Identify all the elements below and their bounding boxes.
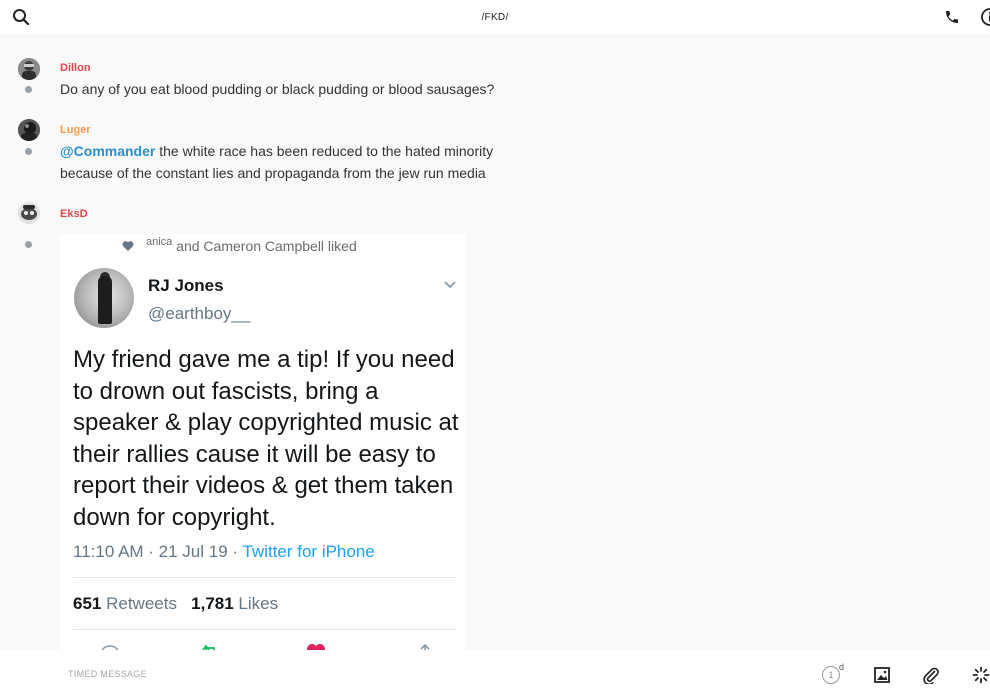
chevron-down-icon <box>444 281 456 289</box>
status-dot <box>25 86 32 93</box>
tweet-body: My friend gave me a tip! If you need to … <box>73 346 459 531</box>
share-icon <box>420 643 430 650</box>
likes-count: 1,781 <box>191 594 234 613</box>
retweet-icon <box>202 644 215 650</box>
clipped-previous-message <box>220 34 330 38</box>
sparkle-icon[interactable] <box>970 664 990 686</box>
tweet-author-name: RJ Jones <box>148 276 224 295</box>
heart-icon <box>307 644 325 650</box>
message-feed[interactable]: Dillon Do any of you eat blood pudding o… <box>0 34 990 650</box>
retweets-label: Retweets <box>101 594 177 613</box>
likes-label: Likes <box>233 594 279 613</box>
avatar[interactable] <box>18 58 40 80</box>
reply-icon <box>101 645 119 650</box>
message-author[interactable]: Dillon <box>60 62 91 74</box>
divider <box>73 577 456 578</box>
tweet-source: Twitter for iPhone <box>242 542 375 561</box>
avatar[interactable] <box>18 202 40 224</box>
info-icon[interactable] <box>978 7 990 27</box>
paperclip-icon[interactable] <box>920 664 942 686</box>
message-input[interactable]: TIMED MESSAGE <box>68 669 147 679</box>
message-author[interactable]: EksD <box>60 208 88 220</box>
status-dot <box>25 148 32 155</box>
timer-button[interactable]: 1 d <box>822 662 845 686</box>
retweets-count: 651 <box>73 594 102 613</box>
header-bar: /FKD/ <box>0 0 990 34</box>
image-icon[interactable] <box>871 664 893 686</box>
liked-by-prefix: anica <box>146 236 173 248</box>
search-icon[interactable] <box>11 7 31 27</box>
liked-by-suffix: and Cameron Campbell liked <box>172 238 357 254</box>
liked-by-line: anica and Cameron Campbell liked <box>146 236 357 254</box>
tweet-author-handle: @earthboy__ <box>148 304 251 323</box>
user-mention[interactable]: @Commander <box>60 143 155 159</box>
status-dot <box>25 241 32 248</box>
phone-icon[interactable] <box>942 7 962 27</box>
channel-title: /FKD/ <box>481 11 509 23</box>
timer-unit: d <box>839 662 845 672</box>
tweet-meta: 11:10 AM · 21 Jul 19 · Twitter for iPhon… <box>73 542 375 562</box>
message-author[interactable]: Luger <box>60 124 91 136</box>
tweet-time: 11:10 AM · 21 Jul 19 · <box>73 542 243 561</box>
tweet-author-avatar <box>74 268 134 328</box>
message-text: @Commander the white race has been reduc… <box>60 140 540 184</box>
chat-app: /FKD/ Dillon Do any of you eat blood pud… <box>0 0 990 700</box>
tweet-screenshot-attachment[interactable]: anica and Cameron Campbell liked RJ Jone… <box>60 234 465 650</box>
avatar[interactable] <box>18 119 40 141</box>
tweet-stats: 651 Retweets 1,781 Likes <box>73 594 278 614</box>
divider <box>73 629 456 630</box>
composer-bar: TIMED MESSAGE 1 d <box>0 650 990 700</box>
timer-value: 1 <box>822 666 840 684</box>
message-text: Do any of you eat blood pudding or black… <box>60 81 495 97</box>
heart-icon <box>122 241 134 251</box>
